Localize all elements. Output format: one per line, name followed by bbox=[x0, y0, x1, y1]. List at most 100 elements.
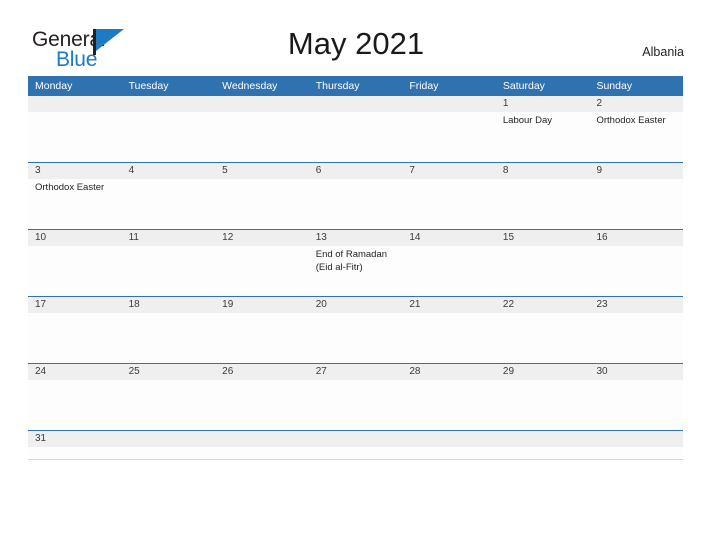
day-number bbox=[596, 431, 683, 447]
day-number: 9 bbox=[596, 165, 603, 176]
calendar-day-cell[interactable]: 13 End of Ramadan (Eid al-Fitr) bbox=[309, 230, 403, 296]
day-number: 18 bbox=[128, 299, 140, 310]
calendar-day-cell[interactable]: 25 bbox=[122, 364, 216, 430]
day-number bbox=[129, 431, 216, 447]
day-events: End of Ramadan (Eid al-Fitr) bbox=[316, 249, 403, 274]
day-number bbox=[222, 431, 309, 447]
calendar-day-cell[interactable]: 22 bbox=[496, 297, 590, 363]
calendar-day-cell[interactable]: 27 bbox=[309, 364, 403, 430]
weekday-header-friday: Friday bbox=[409, 80, 439, 92]
calendar-day-cell[interactable]: 9 bbox=[589, 163, 683, 229]
calendar-week-cells: 10 11 12 13 End of Ramadan (Eid al-Fitr) 14 15 1… bbox=[28, 230, 683, 296]
day-number: 26 bbox=[222, 366, 234, 377]
day-events: Orthodox Easter bbox=[35, 182, 122, 195]
holiday-event-label: Labour Day bbox=[502, 115, 553, 126]
day-number: 5 bbox=[222, 165, 228, 176]
calendar-day-cell[interactable]: 10 bbox=[28, 230, 122, 296]
day-number: 19 bbox=[222, 299, 234, 310]
holiday-event-label: Orthodox Easter bbox=[35, 182, 105, 193]
region-label: Albania bbox=[642, 45, 684, 59]
day-number: 21 bbox=[409, 299, 421, 310]
calendar-day-cell[interactable]: 26 bbox=[215, 364, 309, 430]
day-number: 7 bbox=[409, 165, 415, 176]
calendar-day-cell[interactable]: 7 bbox=[402, 163, 496, 229]
day-number: 31 bbox=[35, 433, 47, 444]
calendar-day-cell-empty bbox=[215, 96, 309, 162]
day-number: 13 bbox=[315, 232, 327, 243]
weekday-header-wednesday: Wednesday bbox=[222, 80, 278, 92]
calendar-week-row: 3 Orthodox Easter 4 5 6 7 8 9 bbox=[28, 162, 683, 229]
calendar-week-cells: 24 25 26 27 28 29 30 bbox=[28, 364, 683, 430]
calendar-week-cells: 3 Orthodox Easter 4 5 6 7 8 9 bbox=[28, 163, 683, 229]
calendar-day-cell[interactable]: 20 bbox=[309, 297, 403, 363]
calendar-week-cells: 17 18 19 20 21 22 23 bbox=[28, 297, 683, 363]
calendar-week-row: 17 18 19 20 21 22 23 bbox=[28, 296, 683, 363]
calendar-day-cell[interactable]: 4 bbox=[122, 163, 216, 229]
day-number: 29 bbox=[502, 366, 515, 377]
calendar-day-cell[interactable]: 17 bbox=[28, 297, 122, 363]
day-number bbox=[409, 431, 496, 447]
calendar-week-row: 10 11 12 13 End of Ramadan (Eid al-Fitr) 14 15 1… bbox=[28, 229, 683, 296]
calendar-day-cell[interactable]: 11 bbox=[122, 230, 216, 296]
day-number bbox=[409, 96, 496, 112]
calendar-day-cell[interactable]: 3 Orthodox Easter bbox=[28, 163, 122, 229]
day-number: 23 bbox=[596, 299, 608, 310]
calendar-week-row: 24 25 26 27 28 29 30 bbox=[28, 363, 683, 430]
calendar-day-cell[interactable]: 24 bbox=[28, 364, 122, 430]
day-number bbox=[503, 431, 590, 447]
day-number: 11 bbox=[128, 232, 139, 243]
weekday-header-thursday: Thursday bbox=[315, 80, 360, 92]
calendar-day-cell[interactable]: 1 Labour Day bbox=[496, 96, 590, 162]
calendar-day-cell[interactable]: 5 bbox=[215, 163, 309, 229]
day-number: 2 bbox=[596, 98, 603, 109]
calendar-day-cell[interactable]: 8 bbox=[496, 163, 590, 229]
day-number bbox=[222, 96, 309, 112]
calendar-day-cell-empty bbox=[589, 431, 683, 459]
calendar-day-cell[interactable]: 30 bbox=[589, 364, 683, 430]
day-number bbox=[316, 431, 403, 447]
holiday-event-label: End of Ramadan bbox=[315, 249, 388, 260]
day-number: 27 bbox=[315, 366, 327, 377]
calendar-week-cells: 31 bbox=[28, 431, 683, 460]
calendar-day-cell[interactable]: 23 bbox=[589, 297, 683, 363]
calendar-week-row: 31 bbox=[28, 430, 683, 460]
page-header: General Blue May 2021 Albania bbox=[0, 0, 712, 76]
calendar-day-cell[interactable]: 6 bbox=[309, 163, 403, 229]
calendar-day-cell[interactable]: 31 bbox=[28, 431, 122, 459]
calendar-day-cell[interactable]: 29 bbox=[496, 364, 590, 430]
weekday-header-saturday: Saturday bbox=[502, 80, 545, 92]
calendar-day-cell-empty bbox=[122, 96, 216, 162]
calendar-day-cell[interactable]: 2 Orthodox Easter bbox=[589, 96, 683, 162]
day-number: 28 bbox=[409, 366, 421, 377]
day-number: 12 bbox=[222, 232, 234, 243]
calendar-day-cell[interactable]: 12 bbox=[215, 230, 309, 296]
calendar-day-cell-empty bbox=[215, 431, 309, 459]
calendar-day-cell-empty bbox=[496, 431, 590, 459]
calendar-day-cell-empty bbox=[122, 431, 216, 459]
day-number: 30 bbox=[596, 366, 608, 377]
calendar-page: General Blue May 2021 Albania Monday Tue… bbox=[0, 0, 712, 550]
weekday-header-sunday: Sunday bbox=[596, 80, 633, 92]
calendar-day-cell[interactable]: 19 bbox=[215, 297, 309, 363]
calendar-day-cell-empty bbox=[28, 96, 122, 162]
calendar-grid: Monday Tuesday Wednesday Thursday Friday… bbox=[28, 76, 683, 460]
day-number bbox=[35, 96, 122, 112]
day-number bbox=[316, 96, 403, 112]
holiday-event-label: Orthodox Easter bbox=[596, 115, 666, 126]
calendar-day-cell[interactable]: 18 bbox=[122, 297, 216, 363]
calendar-day-cell-empty bbox=[309, 96, 403, 162]
day-number: 3 bbox=[35, 165, 41, 176]
day-number: 17 bbox=[35, 299, 47, 310]
calendar-day-cell[interactable]: 21 bbox=[402, 297, 496, 363]
day-events: Labour Day bbox=[503, 115, 590, 128]
day-number: 1 bbox=[502, 98, 509, 109]
calendar-day-cell[interactable]: 28 bbox=[402, 364, 496, 430]
calendar-day-cell[interactable]: 14 bbox=[402, 230, 496, 296]
calendar-day-cell[interactable]: 15 bbox=[496, 230, 590, 296]
day-number: 22 bbox=[502, 299, 515, 310]
calendar-day-cell-empty bbox=[402, 431, 496, 459]
day-number: 4 bbox=[128, 165, 135, 176]
weekday-header-row: Monday Tuesday Wednesday Thursday Friday… bbox=[28, 76, 683, 96]
calendar-day-cell[interactable]: 16 bbox=[589, 230, 683, 296]
day-number: 16 bbox=[596, 232, 608, 243]
